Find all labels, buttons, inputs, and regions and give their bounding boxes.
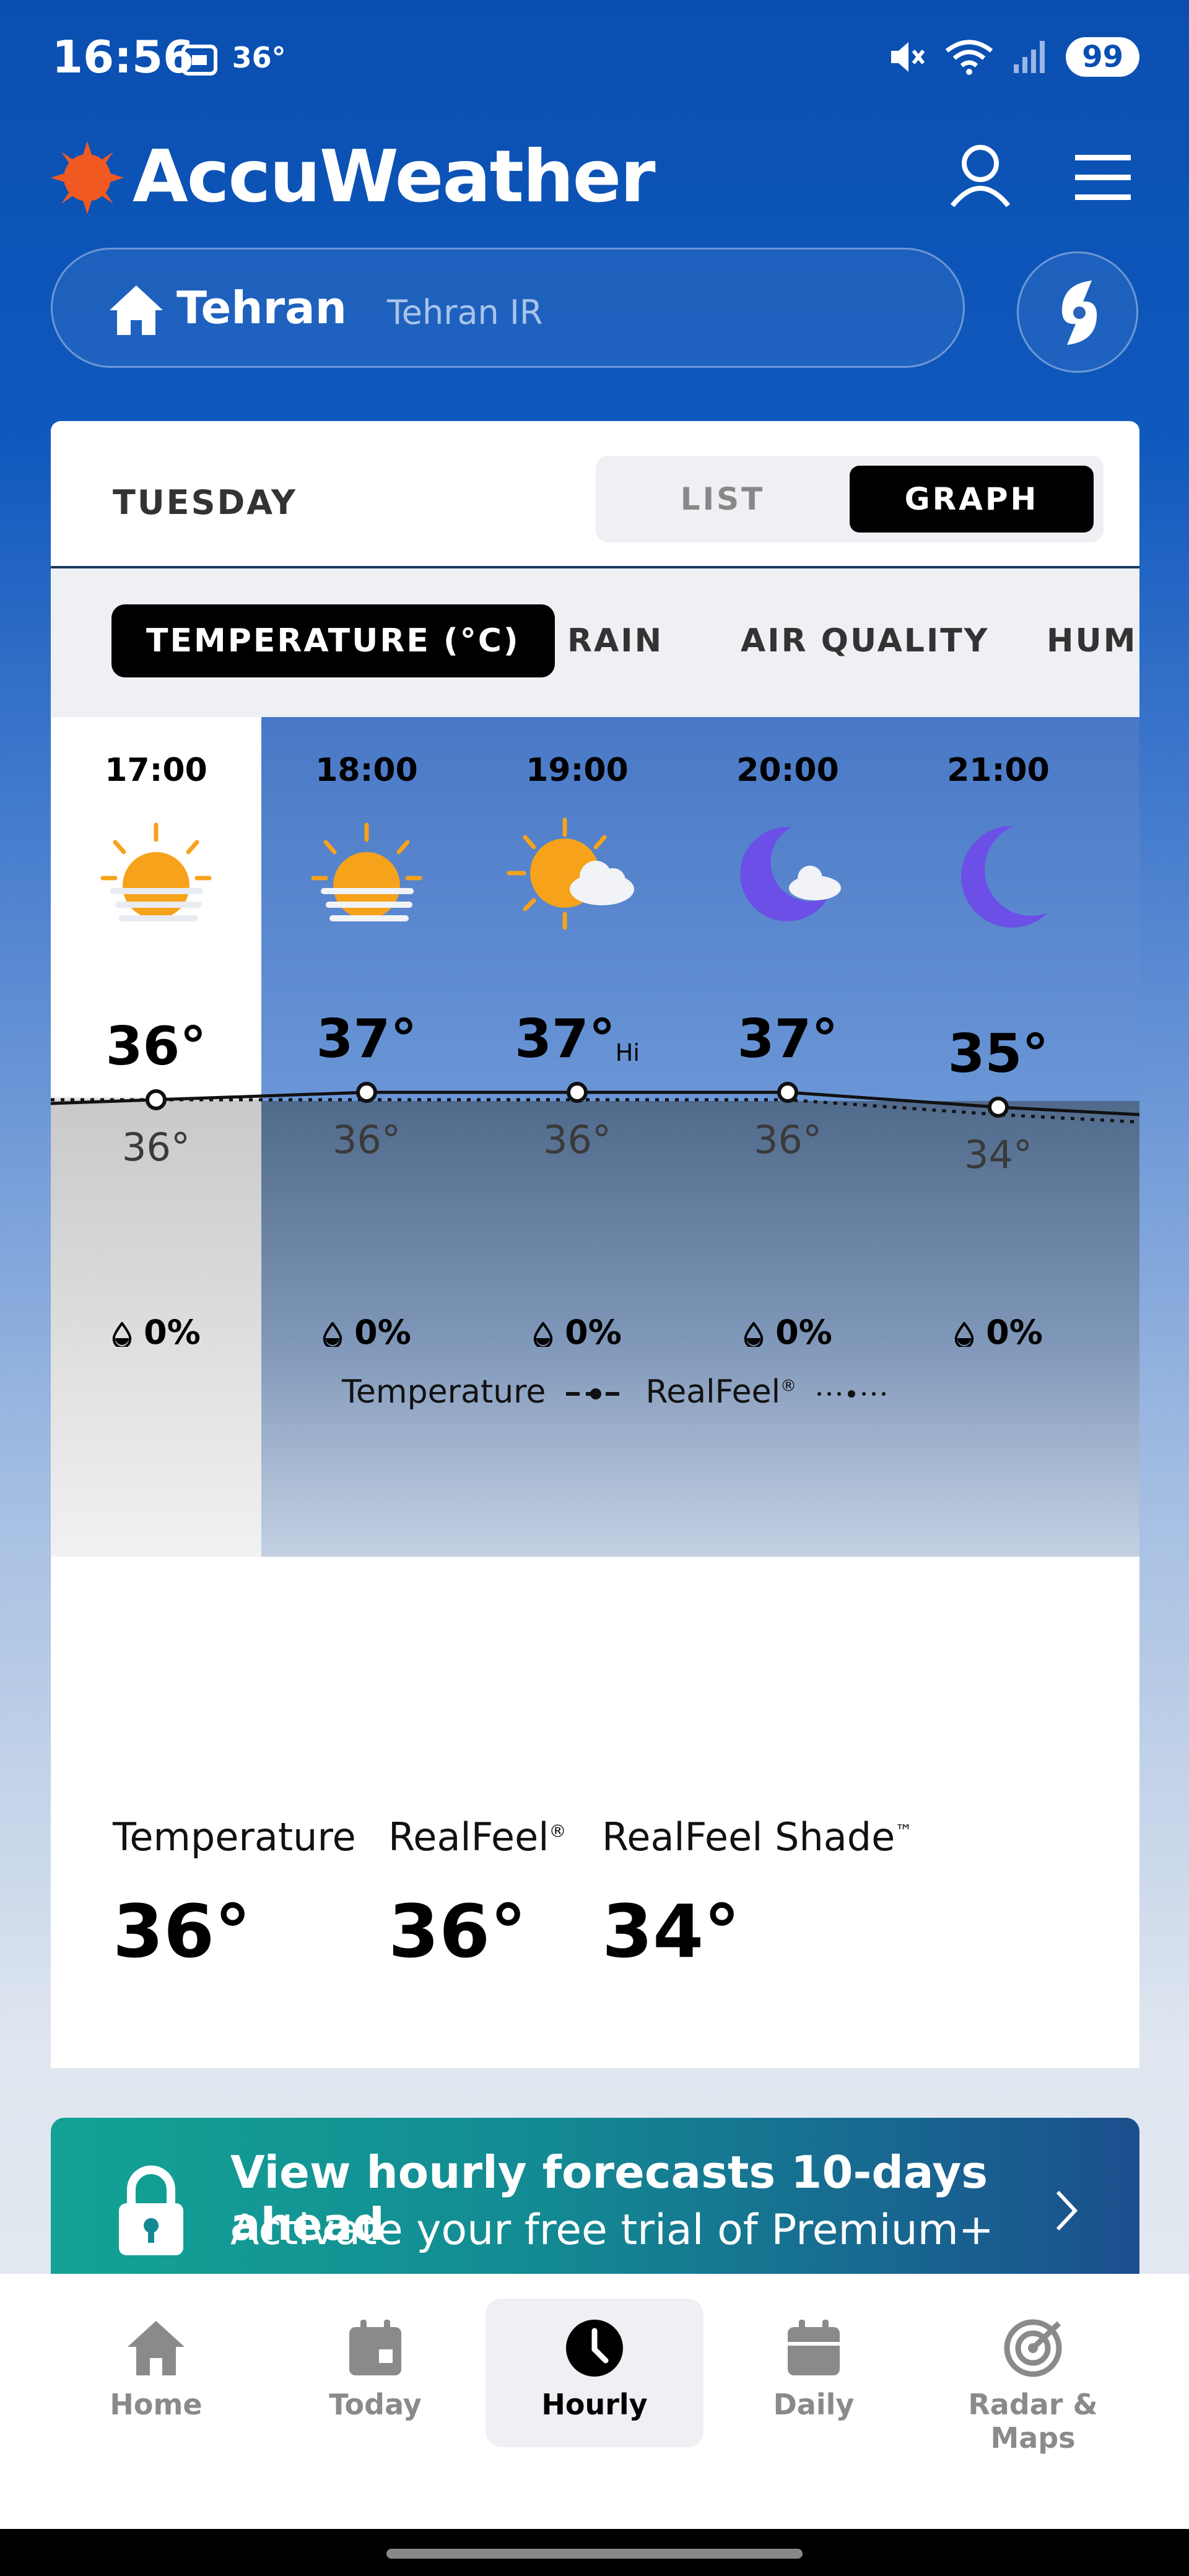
- stat-realfeel-label: RealFeel: [388, 1814, 549, 1860]
- hour-precip: 0%: [893, 1313, 1104, 1352]
- hour-precip: 0%: [51, 1313, 261, 1352]
- realfeel-line: [51, 1098, 1139, 1124]
- category-tabs: TEMPERATURE (°C) RAIN AIR QUALITY HUMI: [51, 568, 1139, 717]
- stat-shade-value: 34°: [602, 1889, 741, 1974]
- nav-radar-maps-label: Radar & Maps: [968, 2388, 1098, 2455]
- graph-legend: Temperature RealFeel®: [342, 1373, 890, 1411]
- nav-hourly-label: Hourly: [541, 2388, 648, 2421]
- clock-icon: [566, 2320, 623, 2377]
- temperature-point: [988, 1097, 1009, 1118]
- temperature-line-chart: [51, 1082, 1139, 1124]
- status-time: 16:56: [52, 31, 194, 83]
- bottom-navigation: Home Today Hourly Daily Radar & Maps: [0, 2274, 1189, 2529]
- location-region: Tehran IR: [387, 293, 543, 332]
- screenshot-icon: [181, 44, 217, 76]
- raindrop-icon: [112, 1322, 132, 1347]
- tropical-storm-button[interactable]: [1017, 251, 1138, 373]
- stat-shade-label: RealFeel Shade: [602, 1814, 895, 1860]
- temperature-graph: 17:00 18:00 19:00 20:00 21:00 36° 37° 37…: [51, 717, 1139, 1557]
- raindrop-icon: [533, 1322, 553, 1347]
- legend-solid-line-icon: [565, 1388, 625, 1399]
- hour-precip: 0%: [261, 1313, 472, 1352]
- location-city: Tehran: [176, 282, 347, 334]
- graph-view-tab[interactable]: GRAPH: [850, 466, 1094, 533]
- gesture-bar: [0, 2529, 1189, 2576]
- hour-precip: 0%: [682, 1313, 893, 1352]
- nav-hourly[interactable]: Hourly: [486, 2299, 703, 2447]
- status-temp: 36°: [232, 41, 286, 74]
- nav-radar-maps[interactable]: Radar & Maps: [924, 2299, 1142, 2455]
- temperature-point: [356, 1082, 377, 1103]
- nav-home[interactable]: Home: [47, 2299, 265, 2447]
- calendar-daily-icon: [788, 2320, 840, 2375]
- legend-dotted-line-icon: [817, 1390, 886, 1398]
- hour-precip: 0%: [472, 1313, 682, 1352]
- stat-realfeel-value: 36°: [388, 1889, 527, 1974]
- location-search-bar[interactable]: Tehran Tehran IR: [51, 248, 965, 368]
- signal-icon: [1014, 41, 1045, 73]
- temperature-line: [51, 1090, 1139, 1116]
- legend-realfeel: RealFeel: [645, 1373, 781, 1411]
- tab-air-quality[interactable]: AIR QUALITY: [741, 604, 989, 677]
- nav-daily-label: Daily: [773, 2388, 855, 2421]
- stat-shade-label-wrap: RealFeel Shade™: [602, 1814, 913, 1860]
- stat-realfeel-label-wrap: RealFeel®: [388, 1814, 567, 1860]
- chevron-right-icon: [1056, 2190, 1078, 2231]
- accuweather-logo-icon: [51, 141, 124, 214]
- home-indicator[interactable]: [386, 2549, 803, 2559]
- home-icon: [128, 2321, 185, 2375]
- temperature-point: [146, 1089, 167, 1110]
- legend-temperature: Temperature: [342, 1373, 546, 1411]
- temperature-point: [777, 1082, 798, 1103]
- view-toggle: LIST GRAPH: [596, 456, 1104, 542]
- hourly-forecast-card: TUESDAY LIST GRAPH TEMPERATURE (°C) RAIN…: [51, 421, 1139, 2068]
- lock-icon: [119, 2165, 183, 2255]
- stat-temperature-value: 36°: [113, 1889, 251, 1974]
- home-location-icon: [110, 285, 163, 335]
- raindrop-icon: [323, 1322, 342, 1347]
- status-icons: 99: [887, 37, 1139, 77]
- list-view-tab[interactable]: LIST: [596, 456, 850, 542]
- app-title: AccuWeather: [133, 135, 656, 219]
- wifi-icon: [946, 40, 993, 75]
- tab-humidity[interactable]: HUMI: [1047, 604, 1139, 677]
- account-icon[interactable]: [946, 141, 1014, 209]
- nav-daily[interactable]: Daily: [705, 2299, 923, 2447]
- raindrop-icon: [744, 1322, 764, 1347]
- temperature-point: [567, 1082, 588, 1103]
- battery-level: 99: [1066, 37, 1139, 77]
- promo-subtitle: Activate your free trial of Premium+: [230, 2206, 994, 2255]
- nav-today[interactable]: Today: [266, 2299, 484, 2447]
- tab-temperature[interactable]: TEMPERATURE (°C): [111, 604, 555, 677]
- raindrop-icon: [954, 1322, 974, 1347]
- day-label: TUESDAY: [113, 483, 298, 522]
- radar-icon: [1004, 2319, 1062, 2377]
- menu-icon[interactable]: [1075, 152, 1131, 202]
- tab-rain[interactable]: RAIN: [567, 604, 663, 677]
- nav-today-label: Today: [329, 2388, 422, 2421]
- status-bar: 16:56 36° 99: [0, 0, 1189, 124]
- mute-icon: [891, 42, 925, 72]
- calendar-today-icon: [349, 2320, 401, 2375]
- screen-capture-indicator: 36°: [180, 41, 286, 77]
- nav-home-label: Home: [110, 2388, 203, 2421]
- hurricane-icon: [1061, 281, 1097, 345]
- stat-temperature-label: Temperature: [113, 1814, 356, 1860]
